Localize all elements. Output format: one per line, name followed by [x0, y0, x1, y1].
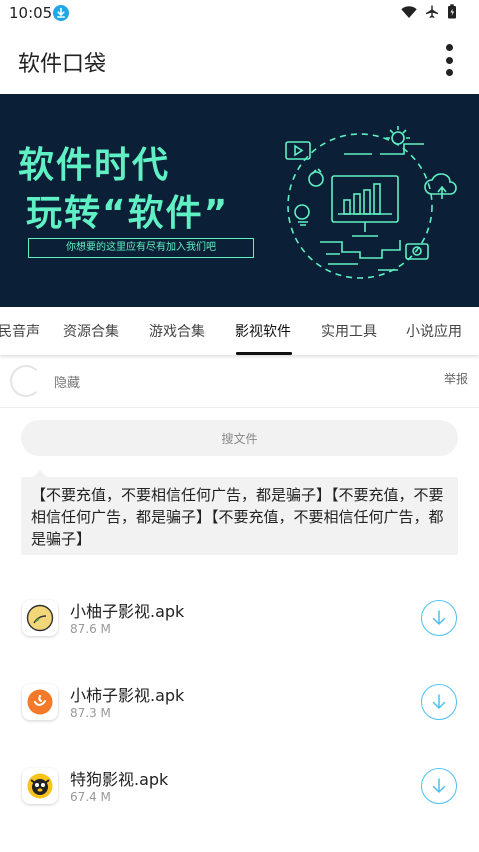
list-item[interactable]: 特狗影视.apk 67.4 M — [0, 754, 479, 838]
more-vert-icon[interactable] — [441, 40, 457, 80]
data-analytics-illustration — [285, 126, 457, 279]
tab-music[interactable]: 民音声 — [0, 321, 40, 341]
search-input[interactable]: 搜文件 — [21, 420, 458, 456]
banner-tagline: 你想要的这里应有尽有加入我们吧 — [28, 238, 254, 258]
avatar[interactable] — [10, 365, 42, 397]
report-button[interactable]: 举报 — [444, 370, 468, 387]
uploader-name: 隐藏 — [54, 376, 81, 391]
app-bar: 软件口袋 — [0, 26, 479, 94]
banner-headline-2: 玩转“软件” — [26, 193, 230, 234]
tab-utilities[interactable]: 实用工具 — [321, 321, 377, 341]
persimmon-app-icon — [22, 684, 58, 720]
status-bar: 10:05 — [0, 0, 479, 26]
tab-novel-apps[interactable]: 小说应用 — [406, 321, 462, 341]
download-button[interactable] — [421, 684, 457, 720]
download-button[interactable] — [421, 600, 457, 636]
banner-headline-1: 软件时代 — [18, 145, 171, 186]
wifi-icon — [401, 4, 417, 23]
search-placeholder: 搜文件 — [221, 432, 258, 446]
file-name: 小柿子影视.apk — [70, 686, 185, 705]
dog-app-icon — [22, 768, 58, 804]
file-size: 67.4 M — [70, 790, 111, 804]
active-tab-indicator — [236, 352, 292, 355]
airplane-icon — [425, 4, 439, 23]
arrow-down-icon — [432, 610, 446, 625]
pomelo-app-icon — [22, 600, 58, 636]
warning-notice: 【不要充值，不要相信任何广告，都是骗子】【不要充值，不要相信任何广告，都是骗子】… — [21, 470, 458, 555]
file-size: 87.6 M — [70, 622, 111, 636]
file-name: 特狗影视.apk — [70, 770, 169, 789]
tab-games[interactable]: 游戏合集 — [149, 321, 205, 341]
file-name: 小柚子影视.apk — [70, 602, 185, 621]
file-size: 87.3 M — [70, 706, 111, 720]
download-button[interactable] — [421, 768, 457, 804]
promo-banner[interactable]: 软件时代 玩转“软件” 你想要的这里应有尽有加入我们吧 — [0, 94, 479, 307]
tab-resources[interactable]: 资源合集 — [63, 321, 119, 341]
uploader-row: 隐藏 举报 — [0, 360, 479, 408]
list-item[interactable]: 小柿子影视.apk 87.3 M — [0, 670, 479, 754]
status-time: 10:05 — [9, 4, 53, 22]
battery-icon — [447, 4, 457, 23]
arrow-down-icon — [432, 694, 446, 709]
download-icon — [53, 5, 69, 21]
arrow-down-icon — [432, 778, 446, 793]
category-tabs: 民音声 资源合集 游戏合集 影视软件 实用工具 小说应用 — [0, 307, 479, 355]
tab-video-apps[interactable]: 影视软件 — [235, 321, 291, 341]
app-title: 软件口袋 — [18, 52, 107, 77]
list-item[interactable]: 小柚子影视.apk 87.6 M — [0, 586, 479, 670]
